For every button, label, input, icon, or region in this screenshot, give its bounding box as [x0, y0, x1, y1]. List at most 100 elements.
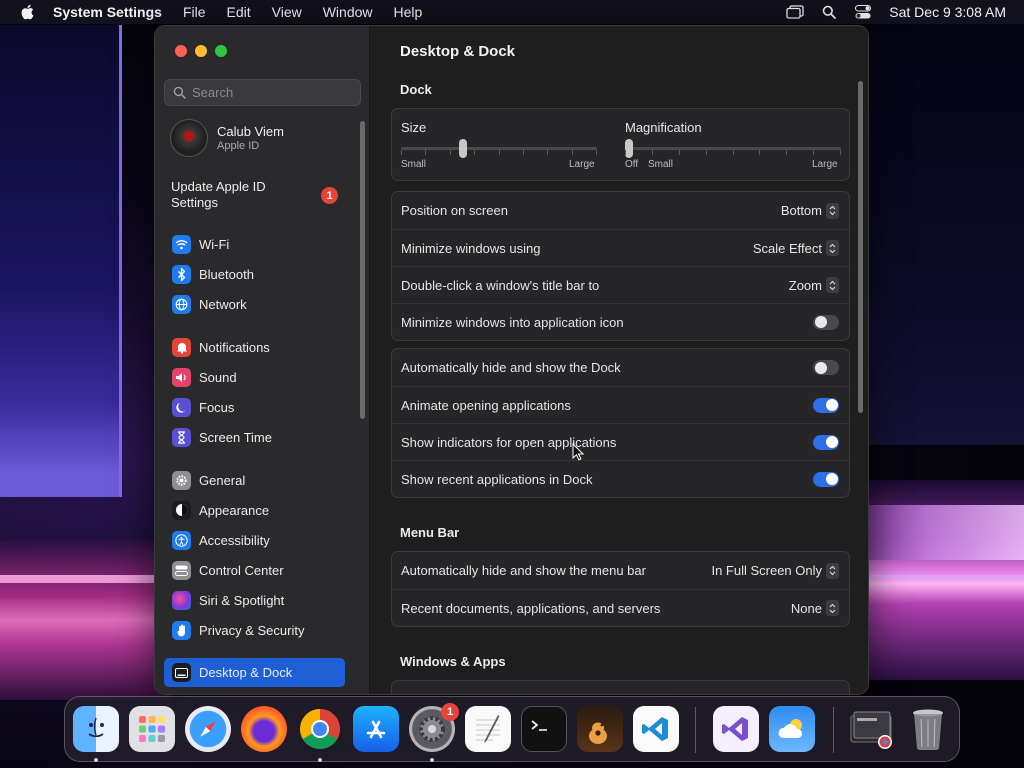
search-input[interactable]	[192, 85, 352, 100]
content-scrollbar[interactable]	[858, 81, 863, 413]
size-slider-thumb[interactable]	[459, 139, 468, 158]
sidebar-item-focus[interactable]: Focus	[164, 394, 346, 420]
sidebar: Calub Viem Apple ID Update Apple ID Sett…	[155, 26, 370, 694]
row-label: Recent documents, applications, and serv…	[401, 600, 661, 616]
sidebar-item-sound[interactable]: Sound	[164, 364, 346, 390]
sidebar-item-screen-time[interactable]: Screen Time	[164, 424, 346, 450]
downloads-stack-icon[interactable]	[849, 706, 895, 752]
trash-icon[interactable]	[905, 706, 951, 752]
sidebar-item-appearance[interactable]: Appearance	[164, 497, 346, 523]
minimize-effect-select[interactable]: Scale Effect	[753, 240, 839, 256]
globe-icon	[172, 294, 191, 314]
sidebar-item-wifi[interactable]: Wi-Fi	[164, 231, 346, 257]
wallpaper-slab	[864, 505, 1024, 560]
sidebar-item-desktop-dock[interactable]: Desktop & Dock	[164, 658, 345, 687]
control-center-icon[interactable]	[853, 4, 873, 20]
sidebar-scrollbar[interactable]	[360, 121, 365, 419]
menu-view[interactable]: View	[272, 4, 302, 20]
sidebar-item-label: Control Center	[199, 562, 284, 578]
appearance-icon	[172, 500, 191, 520]
magnification-off-label: Off	[625, 159, 639, 170]
select-value: Zoom	[788, 277, 822, 293]
autohide-menubar-select[interactable]: In Full Screen Only	[711, 562, 839, 579]
chevron-updown-icon	[826, 562, 839, 579]
menu-clock[interactable]: Sat Dec 9 3:08 AM	[889, 4, 1006, 20]
slider-tick	[678, 150, 680, 155]
recent-documents-select[interactable]: None	[791, 600, 839, 616]
textedit-icon[interactable]	[465, 706, 511, 752]
zoom-button[interactable]	[215, 45, 227, 57]
weather-icon[interactable]	[769, 706, 815, 752]
sidebar-item-network[interactable]: Network	[164, 291, 346, 317]
chevron-updown-icon	[826, 202, 839, 219]
show-indicators-toggle[interactable]	[813, 434, 839, 450]
firefox-icon[interactable]	[241, 706, 287, 752]
autohide-dock-toggle[interactable]	[813, 360, 839, 375]
launchpad-icon[interactable]	[129, 706, 175, 752]
wallpaper-glow	[0, 540, 170, 700]
double-click-title-bar-row: Double-click a window's title bar to Zoo…	[392, 266, 849, 303]
apple-menu-icon[interactable]	[20, 4, 34, 20]
speaker-icon	[172, 367, 191, 387]
sidebar-item-accessibility[interactable]: Accessibility	[164, 527, 346, 553]
windows-apps-group	[391, 680, 850, 694]
terminal-icon[interactable]	[521, 706, 567, 752]
safari-icon[interactable]	[185, 706, 231, 752]
bluetooth-icon	[172, 264, 191, 284]
select-value: Bottom	[780, 203, 822, 218]
sidebar-item-notifications[interactable]: Notifications	[164, 334, 346, 360]
slider-tick	[474, 150, 476, 155]
sidebar-item-siri[interactable]: Siri & Spotlight	[164, 587, 346, 613]
double-click-select[interactable]: Zoom	[789, 277, 839, 293]
slider-tick	[522, 150, 524, 155]
sidebar-item-control-center[interactable]: Control Center	[164, 557, 346, 583]
menu-bar: System Settings File Edit View Window He…	[0, 0, 1024, 24]
search-field[interactable]	[164, 79, 361, 106]
sidebar-item-privacy[interactable]: Privacy & Security	[164, 617, 346, 643]
chrome-icon[interactable]	[297, 706, 343, 752]
page-title: Desktop & Dock	[400, 43, 516, 60]
magnification-slider-thumb[interactable]	[625, 139, 633, 158]
vscode-icon[interactable]	[633, 706, 679, 752]
update-badge: 1	[321, 187, 338, 204]
position-select[interactable]: Bottom	[780, 202, 839, 219]
close-button[interactable]	[175, 45, 187, 57]
row-label: Position on screen	[401, 203, 508, 218]
minimize-button[interactable]	[195, 45, 207, 57]
spotlight-search-icon[interactable]	[819, 4, 839, 20]
menu-bar-section-title: Menu Bar	[400, 525, 460, 540]
sidebar-item-label: General	[199, 472, 246, 488]
mouse-pointer-icon	[572, 443, 584, 461]
apple-id-account[interactable]: Calub Viem Apple ID	[170, 119, 284, 157]
visual-studio-icon[interactable]	[713, 706, 759, 752]
slider-tick	[547, 150, 549, 155]
menu-file[interactable]: File	[183, 4, 206, 20]
sidebar-item-general[interactable]: General	[164, 467, 346, 493]
finder-icon[interactable]	[73, 706, 119, 752]
dock: 1	[64, 696, 960, 762]
garageband-icon[interactable]	[577, 706, 623, 752]
row-label: Animate opening applications	[401, 397, 571, 413]
animate-opening-toggle[interactable]	[813, 397, 839, 413]
sidebar-item-label: Accessibility	[199, 532, 270, 548]
slider-tick	[786, 150, 788, 155]
slider-tick	[449, 150, 451, 155]
app-name-menu[interactable]: System Settings	[53, 4, 162, 20]
magnification-slider[interactable]	[625, 139, 841, 159]
show-recent-apps-toggle[interactable]	[813, 471, 839, 487]
menu-help[interactable]: Help	[394, 4, 423, 20]
update-apple-id-item[interactable]: Update Apple ID Settings	[171, 179, 301, 211]
size-slider[interactable]	[401, 139, 597, 159]
minimize-into-app-icon-toggle[interactable]	[813, 314, 839, 330]
running-indicator	[430, 758, 434, 762]
menu-window[interactable]: Window	[323, 4, 373, 20]
app-store-icon[interactable]	[353, 706, 399, 752]
menu-edit[interactable]: Edit	[227, 4, 251, 20]
dock-sliders-group: Size Small Large Magnification Off Small…	[391, 108, 850, 181]
accessibility-icon	[172, 530, 191, 550]
autohide-dock-row: Automatically hide and show the Dock	[392, 349, 849, 386]
screen-mirroring-icon[interactable]	[785, 4, 805, 20]
slider-tick	[651, 150, 653, 155]
row-label: Automatically hide and show the menu bar	[401, 563, 646, 578]
sidebar-item-bluetooth[interactable]: Bluetooth	[164, 261, 346, 287]
